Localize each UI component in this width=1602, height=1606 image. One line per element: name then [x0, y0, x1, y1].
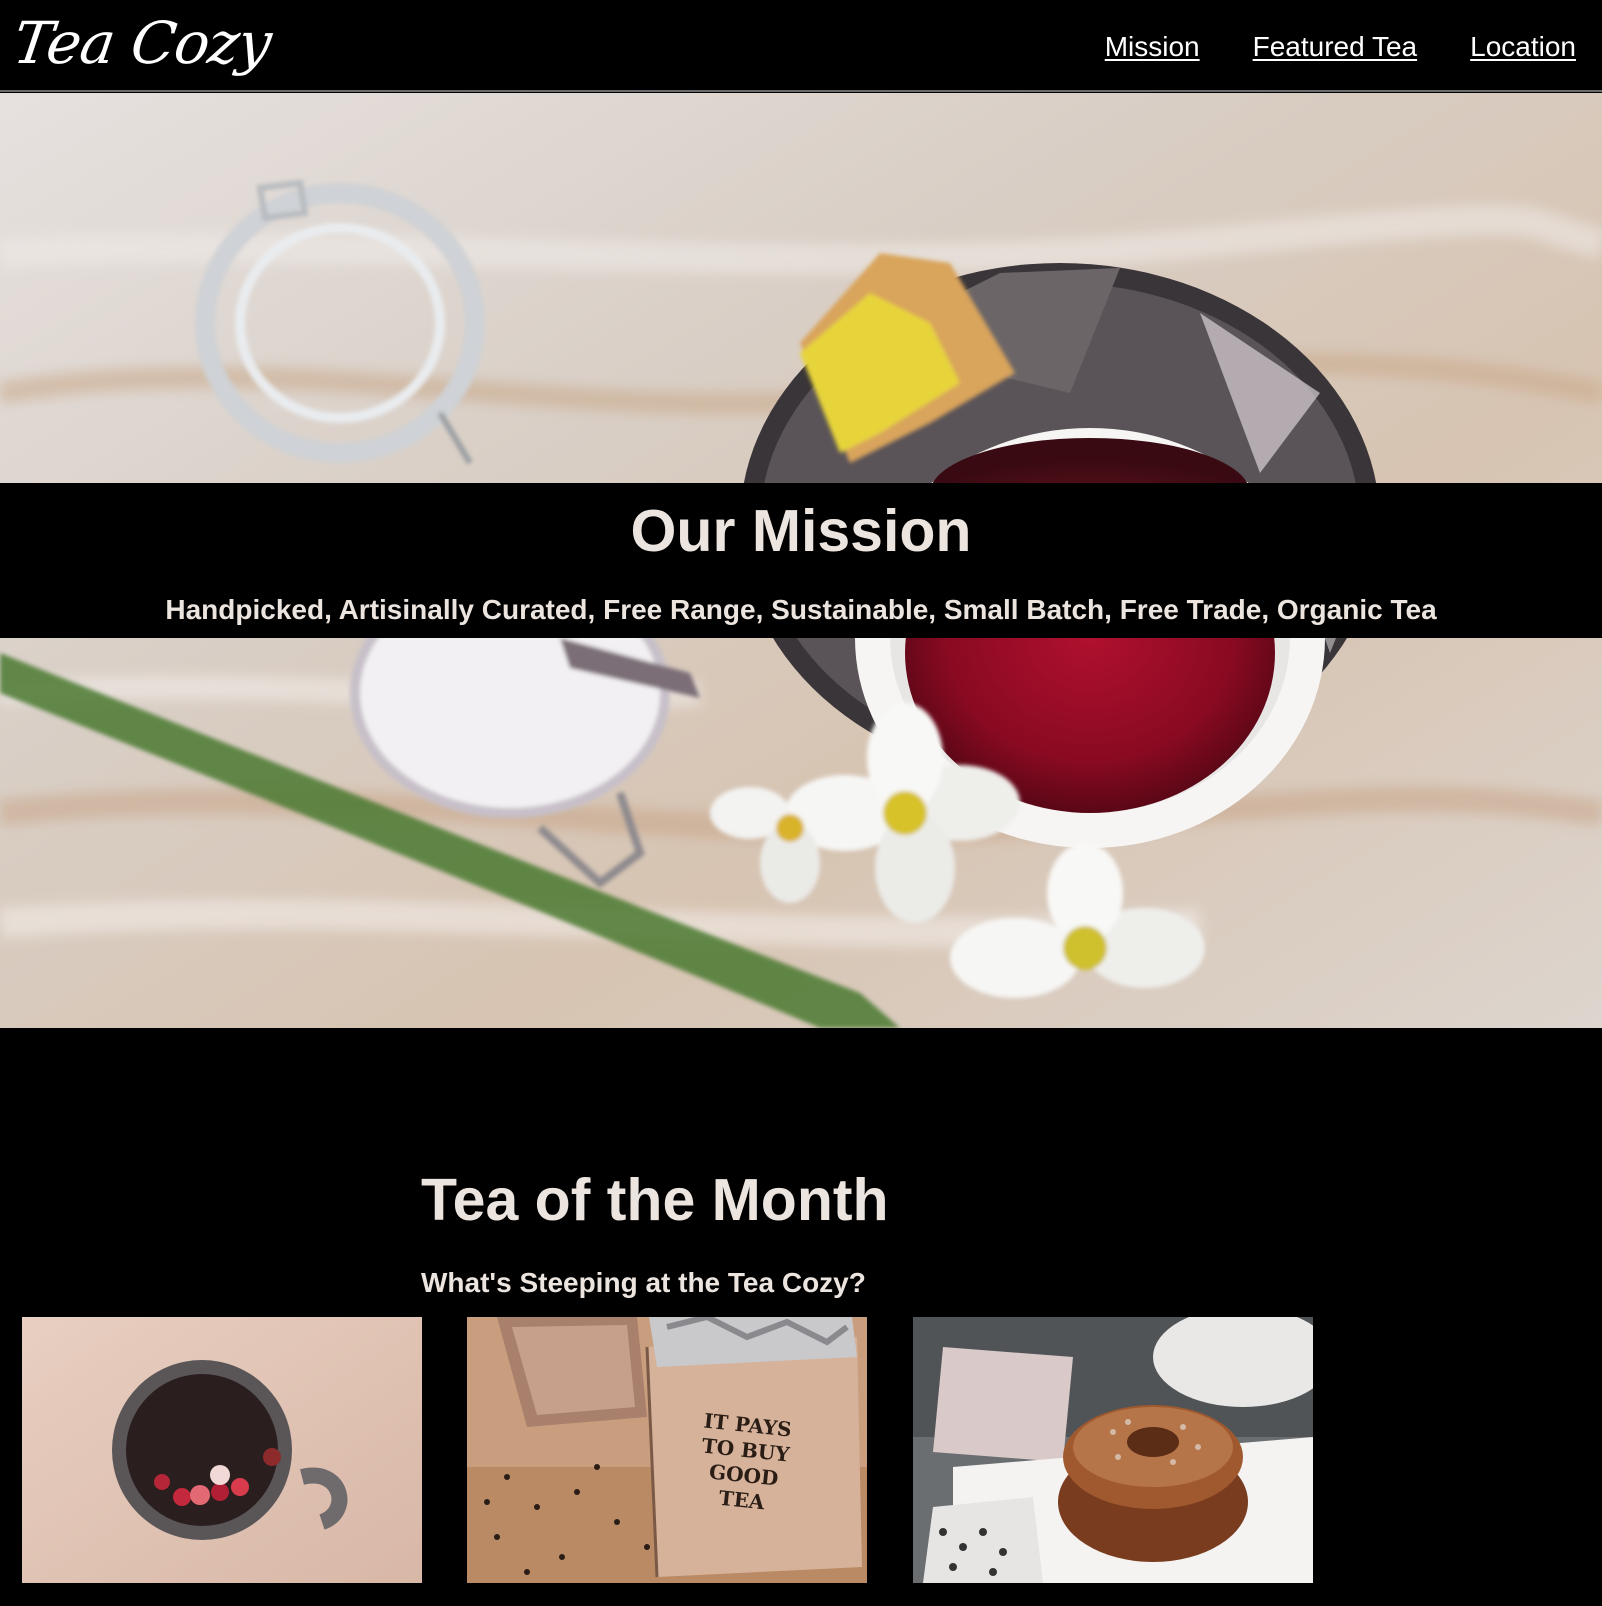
featured-title: Tea of the Month [421, 1167, 889, 1233]
tea-card[interactable]: IT PAYS TO BUY GOOD TEA [467, 1317, 867, 1597]
mission-band: Our Mission Handpicked, Artisinally Cura… [0, 483, 1602, 638]
tea-card[interactable] [913, 1317, 1313, 1597]
site-header: Tea Cozy Mission Featured Tea Location [0, 0, 1602, 92]
tea-image-donut [913, 1317, 1313, 1583]
mission-title: Our Mission [630, 498, 972, 564]
tea-image-berry-mug [22, 1317, 422, 1583]
nav-link-featured-tea[interactable]: Featured Tea [1253, 30, 1418, 64]
featured-subtitle: What's Steeping at the Tea Cozy? [421, 1267, 866, 1298]
nav-link-mission[interactable]: Mission [1105, 30, 1200, 64]
main-nav: Mission Featured Tea Location [1105, 30, 1576, 64]
nav-link-location[interactable]: Location [1470, 30, 1576, 64]
tea-card[interactable] [22, 1317, 422, 1597]
mission-section: Our Mission Handpicked, Artisinally Cura… [0, 93, 1602, 1028]
logo[interactable]: Tea Cozy [9, 8, 275, 78]
mission-subtitle: Handpicked, Artisinally Curated, Free Ra… [165, 594, 1437, 625]
box-text-line: TEA [718, 1486, 766, 1515]
featured-section: Tea of the Month What's Steeping at the … [0, 1028, 1602, 1606]
tea-image-good-tea-box: IT PAYS TO BUY GOOD TEA [467, 1317, 867, 1583]
